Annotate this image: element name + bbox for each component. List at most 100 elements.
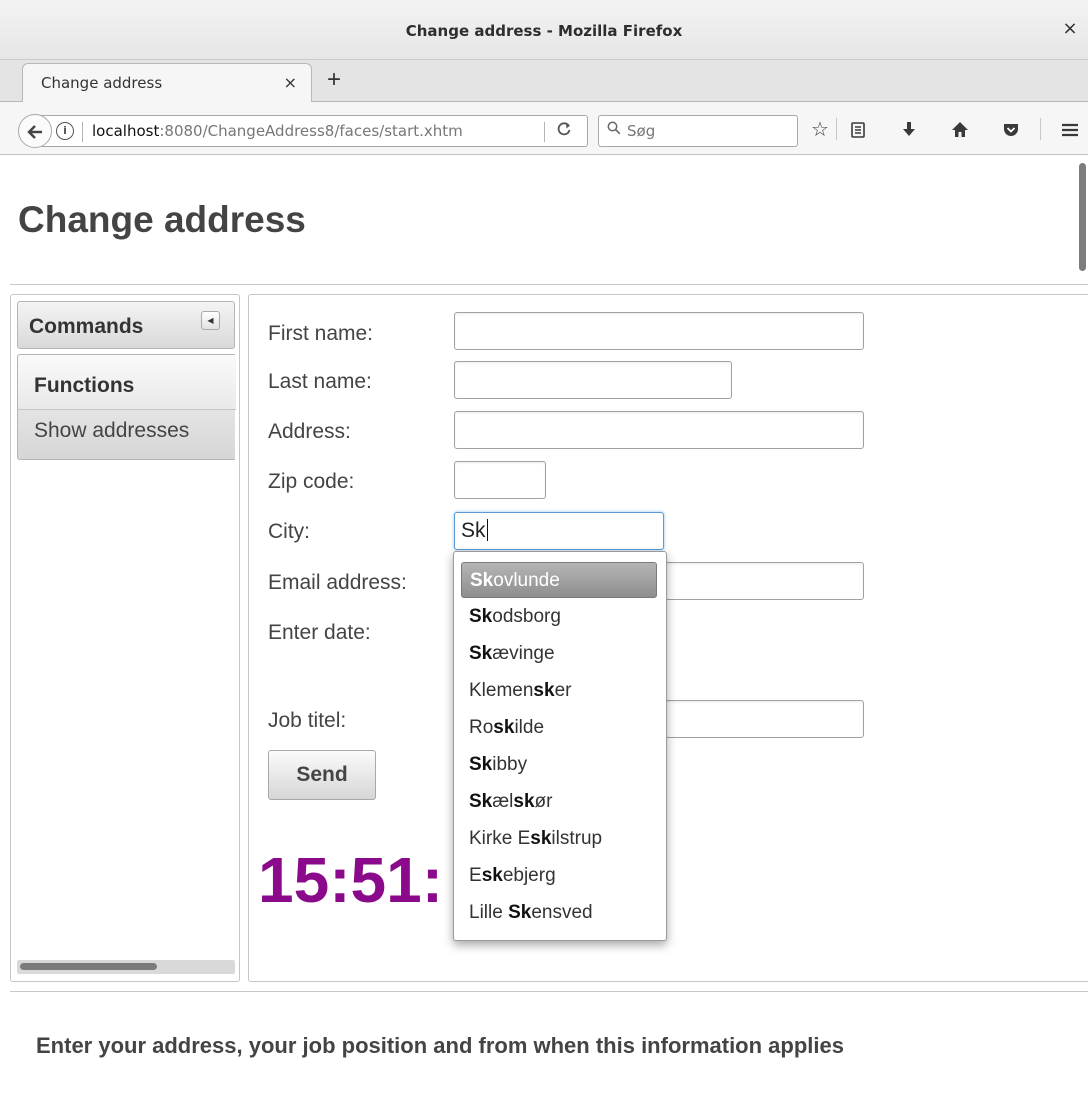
city-autocomplete-panel: Skovlunde Skodsborg Skævinge Klemensker Rosk… bbox=[453, 551, 667, 941]
option-text: Lille bbox=[469, 902, 509, 923]
page-title: Change address bbox=[18, 199, 306, 240]
option-text: Klemen bbox=[469, 680, 534, 701]
autocomplete-option[interactable]: Skævinge bbox=[461, 636, 657, 672]
pocket-icon[interactable] bbox=[997, 116, 1025, 144]
autocomplete-option[interactable]: Lille Skensved bbox=[461, 895, 657, 931]
reload-icon[interactable] bbox=[556, 121, 572, 142]
collapse-panel-button[interactable]: ◀ bbox=[201, 311, 220, 330]
url-host: localhost bbox=[92, 122, 160, 140]
city-label: City: bbox=[268, 520, 310, 543]
address-label: Address: bbox=[268, 420, 351, 443]
tab-label: Change address bbox=[41, 74, 163, 92]
autocomplete-option[interactable]: Skælskør bbox=[461, 784, 657, 820]
match-highlight: sk bbox=[530, 828, 552, 849]
autocomplete-option[interactable]: Kirke Eskilstrup bbox=[461, 821, 657, 857]
address-field[interactable] bbox=[454, 411, 864, 449]
home-icon[interactable] bbox=[946, 116, 974, 144]
footer-instructions: Enter your address, your job position an… bbox=[36, 1033, 844, 1058]
match-highlight: Sk bbox=[469, 606, 493, 627]
date-label: Enter date: bbox=[268, 621, 371, 644]
text-caret bbox=[486, 519, 488, 541]
email-label: Email address: bbox=[268, 571, 407, 594]
commands-panel: Commands ◀ Functions Show addresses bbox=[10, 294, 240, 982]
window-close-button[interactable]: × bbox=[1060, 18, 1080, 40]
last-name-label: Last name: bbox=[268, 370, 372, 393]
url-text[interactable]: localhost:8080/ChangeAddress8/faces/star… bbox=[92, 122, 522, 140]
option-text: Kirke E bbox=[469, 828, 531, 849]
autocomplete-option[interactable]: Skovlunde bbox=[461, 562, 657, 598]
toolbar-divider-2 bbox=[1040, 118, 1041, 140]
hamburger-menu-icon[interactable] bbox=[1056, 116, 1084, 144]
match-highlight: sk bbox=[533, 680, 555, 701]
option-text: ensved bbox=[531, 902, 593, 923]
reading-list-icon[interactable] bbox=[844, 116, 872, 144]
option-text: odsborg bbox=[492, 606, 561, 627]
last-name-field[interactable] bbox=[454, 361, 732, 399]
option-text: ævinge bbox=[492, 643, 555, 664]
vertical-scrollbar[interactable] bbox=[1076, 155, 1088, 275]
option-text: ilstrup bbox=[551, 828, 603, 849]
send-button[interactable]: Send bbox=[268, 750, 376, 800]
new-tab-button[interactable]: + bbox=[320, 66, 348, 94]
option-text: ibby bbox=[492, 754, 528, 775]
vertical-scrollbar-thumb[interactable] bbox=[1079, 163, 1086, 271]
info-icon[interactable]: i bbox=[56, 122, 74, 140]
match-highlight: sk bbox=[493, 717, 515, 738]
tab-strip: Change address × + bbox=[0, 60, 1088, 103]
toolbar-divider bbox=[836, 118, 837, 140]
first-name-field[interactable] bbox=[454, 312, 864, 350]
option-text: ilde bbox=[514, 717, 545, 738]
url-separator-2 bbox=[544, 122, 545, 142]
url-path: :8080/ChangeAddress8/faces/start.xhtm bbox=[159, 122, 463, 140]
option-text: er bbox=[554, 680, 572, 701]
match-highlight: Sk bbox=[508, 902, 532, 923]
search-input[interactable]: Søg bbox=[598, 115, 798, 147]
address-form-panel: First name: Last name: Address: Zip code… bbox=[248, 294, 1088, 982]
url-separator bbox=[82, 122, 83, 142]
option-text: ør bbox=[534, 791, 553, 812]
match-highlight: sk bbox=[513, 791, 535, 812]
header-divider bbox=[10, 284, 1088, 285]
autocomplete-option[interactable]: Skibby bbox=[461, 747, 657, 783]
autocomplete-option[interactable]: Roskilde bbox=[461, 710, 657, 746]
bookmark-star-icon[interactable]: ☆ bbox=[806, 116, 834, 144]
search-icon bbox=[607, 121, 621, 139]
zip-code-field[interactable] bbox=[454, 461, 546, 499]
commands-panel-header: Commands ◀ bbox=[17, 301, 235, 349]
city-field-value: Sk bbox=[461, 519, 486, 542]
horizontal-scrollbar-thumb[interactable] bbox=[20, 963, 157, 970]
option-text: ovlunde bbox=[493, 570, 560, 591]
option-text: ebjerg bbox=[502, 865, 556, 886]
url-bar[interactable]: i localhost:8080/ChangeAddress8/faces/st… bbox=[40, 115, 588, 147]
match-highlight: Sk bbox=[469, 791, 493, 812]
menu-item-show-addresses[interactable]: Show addresses bbox=[34, 419, 189, 443]
autocomplete-option[interactable]: Eskebjerg bbox=[461, 858, 657, 894]
tab-change-address[interactable]: Change address × bbox=[22, 63, 312, 103]
functions-menu-header[interactable]: Functions bbox=[18, 355, 236, 410]
commands-panel-title: Commands bbox=[29, 315, 144, 338]
match-highlight: Sk bbox=[469, 754, 493, 775]
zip-code-label: Zip code: bbox=[268, 470, 355, 493]
search-placeholder: Søg bbox=[627, 122, 656, 140]
back-button[interactable] bbox=[18, 114, 52, 148]
match-highlight: Sk bbox=[469, 643, 493, 664]
footer-divider bbox=[10, 991, 1088, 992]
match-highlight: Sk bbox=[470, 570, 494, 591]
horizontal-scrollbar[interactable] bbox=[17, 960, 235, 974]
autocomplete-option[interactable]: Skodsborg bbox=[461, 599, 657, 635]
functions-menu-title: Functions bbox=[34, 374, 135, 397]
match-highlight: sk bbox=[481, 865, 503, 886]
window-title: Change address - Mozilla Firefox bbox=[405, 22, 683, 40]
autocomplete-option[interactable]: Klemensker bbox=[461, 673, 657, 709]
city-field[interactable]: Sk bbox=[454, 512, 664, 550]
page-viewport: Change address Commands ◀ Functions Show… bbox=[0, 155, 1088, 1115]
option-text: E bbox=[469, 865, 482, 886]
option-text: Ro bbox=[469, 717, 494, 738]
first-name-label: First name: bbox=[268, 322, 374, 345]
clock-display: 15:51: bbox=[258, 844, 443, 916]
functions-menu: Functions Show addresses bbox=[17, 354, 236, 460]
navigation-toolbar: i localhost:8080/ChangeAddress8/faces/st… bbox=[0, 102, 1088, 155]
download-icon[interactable] bbox=[895, 116, 923, 144]
job-title-label: Job titel: bbox=[268, 709, 347, 732]
tab-close-button[interactable]: × bbox=[284, 73, 297, 92]
